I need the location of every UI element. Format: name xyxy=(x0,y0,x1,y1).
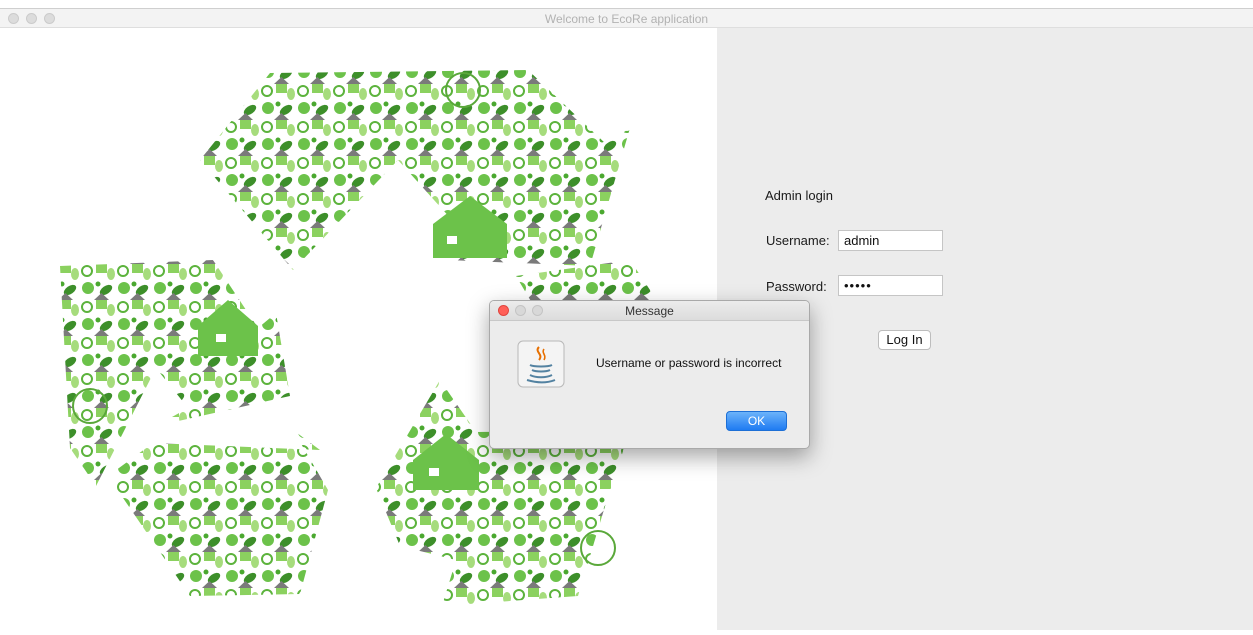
dialog-titlebar[interactable]: Message xyxy=(490,301,809,321)
ok-button[interactable]: OK xyxy=(726,411,787,431)
app-window: Welcome to EcoRe application Admin login… xyxy=(0,0,1253,630)
window-title: Welcome to EcoRe application xyxy=(544,12,709,26)
username-input[interactable]: admin xyxy=(838,230,943,251)
message-dialog: Message Username or password is incorrec… xyxy=(489,300,810,449)
login-button[interactable]: Log In xyxy=(878,330,931,350)
dialog-message: Username or password is incorrect xyxy=(596,356,782,370)
password-input[interactable]: ••••• xyxy=(838,275,943,296)
password-label: Password: xyxy=(766,279,827,294)
username-label: Username: xyxy=(766,233,830,248)
java-icon xyxy=(517,340,565,388)
login-heading: Admin login xyxy=(765,188,833,203)
window-titlebar[interactable]: Welcome to EcoRe application xyxy=(0,8,1253,28)
dialog-title: Message xyxy=(625,304,674,318)
